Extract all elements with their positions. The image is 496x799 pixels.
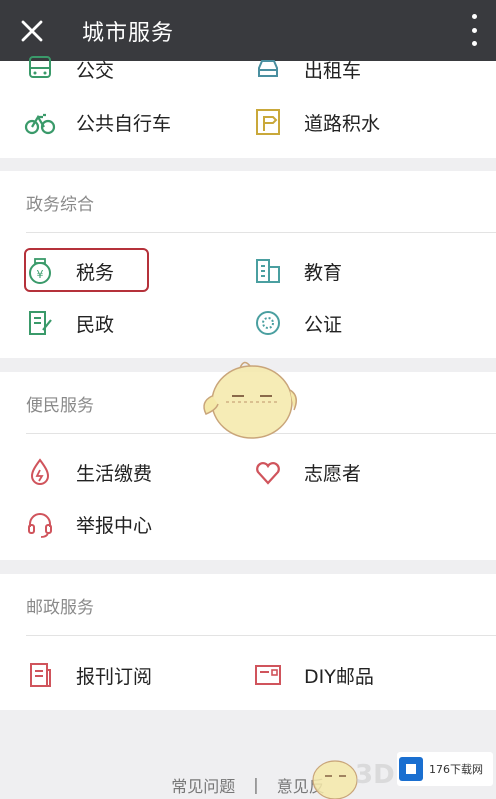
road-water-icon <box>252 106 284 138</box>
section-title: 便民服务 <box>26 396 94 416</box>
bus-icon <box>24 53 56 85</box>
postcard-icon <box>252 659 284 691</box>
service-label: 公证 <box>304 313 343 336</box>
service-label: 出租车 <box>304 59 362 82</box>
section-title: 邮政服务 <box>26 598 94 618</box>
more-dot-icon <box>471 14 477 19</box>
newspaper-icon <box>24 659 56 691</box>
service-label: 教育 <box>304 261 343 284</box>
service-item-newspaper[interactable]: 报刊订阅 <box>24 657 152 693</box>
service-label: 报刊订阅 <box>76 665 153 688</box>
volunteer-heart-icon <box>252 456 284 488</box>
service-label: 民政 <box>76 313 115 336</box>
page-title: 城市服务 <box>82 20 175 46</box>
service-item-road-water[interactable]: 道路积水 <box>252 104 380 140</box>
transport-section: 公交 出租车 公共自行车 道路积水 <box>0 56 496 158</box>
service-item-volunteer[interactable]: 志愿者 <box>252 454 361 490</box>
watermark-site: 176下载网 <box>429 763 483 776</box>
footer-separator: | <box>253 775 259 794</box>
service-label: 举报中心 <box>76 514 153 537</box>
chick-mascot-small-watermark <box>312 760 358 799</box>
section-title: 政务综合 <box>26 195 94 215</box>
faq-link[interactable]: 常见问题 <box>171 773 235 797</box>
service-label: 生活缴费 <box>76 462 153 485</box>
service-item-education[interactable]: 教育 <box>252 253 342 289</box>
watermark-badge: 176下载网 <box>397 752 493 786</box>
service-item-bus[interactable]: 公交 <box>24 51 114 87</box>
service-item-report-center[interactable]: 举报中心 <box>24 506 152 542</box>
service-item-civil-affairs[interactable]: 民政 <box>24 305 114 341</box>
service-item-taxi[interactable]: 出租车 <box>252 51 361 87</box>
more-menu-button[interactable] <box>470 14 478 46</box>
service-item-bicycle[interactable]: 公共自行车 <box>24 104 171 140</box>
headset-icon <box>24 508 56 540</box>
more-dot-icon <box>471 27 477 33</box>
service-label: 公共自行车 <box>76 112 172 135</box>
utility-payment-icon <box>24 456 56 488</box>
service-label: 志愿者 <box>304 462 362 485</box>
more-dot-icon <box>471 41 477 46</box>
notary-icon <box>252 307 284 339</box>
service-item-notary[interactable]: 公证 <box>252 305 342 341</box>
service-label: 道路积水 <box>304 112 381 135</box>
service-item-diy-postal[interactable]: DIY邮品 <box>252 657 374 693</box>
education-icon <box>252 255 284 287</box>
selection-highlight <box>24 248 149 292</box>
bicycle-icon <box>24 106 56 138</box>
chick-mascot-watermark <box>203 361 297 439</box>
service-item-utility-payment[interactable]: 生活缴费 <box>24 454 152 490</box>
divider <box>26 635 496 636</box>
download-site-logo-icon <box>399 757 423 781</box>
postal-section: 邮政服务 报刊订阅 DIY邮品 <box>0 574 496 710</box>
service-label: DIY邮品 <box>304 665 374 688</box>
taxi-icon <box>252 53 284 85</box>
service-label: 公交 <box>76 59 115 82</box>
civil-affairs-icon <box>24 307 56 339</box>
divider <box>26 232 496 233</box>
close-icon <box>21 20 43 41</box>
